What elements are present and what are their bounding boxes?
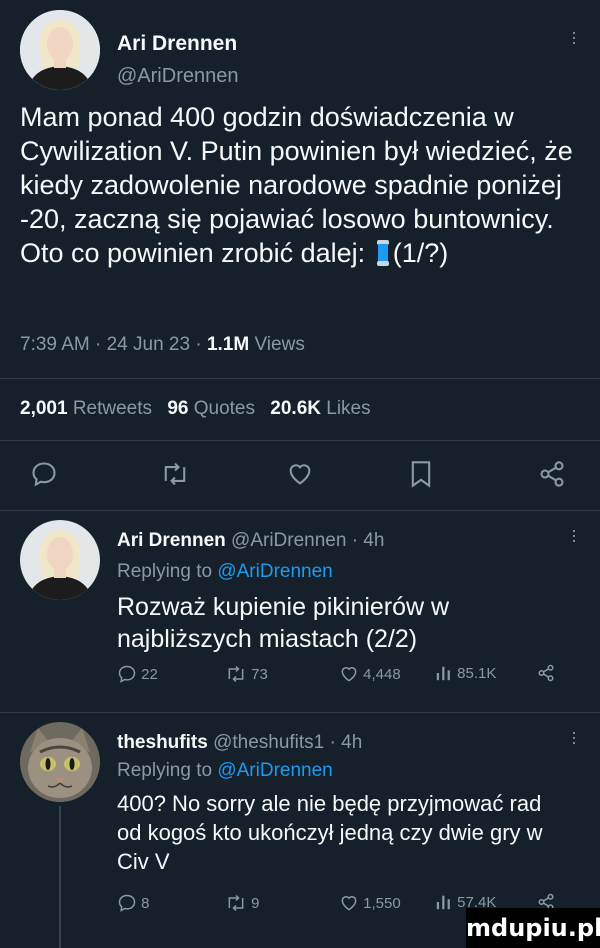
retweet-icon xyxy=(164,462,186,486)
divider xyxy=(0,510,600,511)
share-icon xyxy=(540,461,564,487)
engagement-stats: 2,001 Retweets 96 Quotes 20.6K Likes xyxy=(20,398,371,420)
retweets-label: Retweets xyxy=(67,398,153,419)
tweet-meta: 7:39 AM · 24 Jun 23 · 1.1M Views xyxy=(20,334,305,356)
reply-button[interactable]: 8 xyxy=(117,893,150,913)
views-label: Views xyxy=(249,334,305,355)
reply-button[interactable] xyxy=(30,460,58,488)
retweets-stat[interactable]: 2,001 Retweets xyxy=(20,398,152,419)
heart-icon xyxy=(289,464,311,485)
like-button[interactable]: 4,448 xyxy=(339,664,401,684)
replying-prefix: Replying to xyxy=(117,561,218,582)
quotes-label: Quotes xyxy=(188,398,255,419)
views-count: 1.1M xyxy=(206,334,250,355)
avatar-photo xyxy=(20,10,100,90)
reply-button[interactable]: 22 xyxy=(117,664,158,684)
retweet-icon xyxy=(228,665,244,683)
retweets-count: 2,001 xyxy=(20,398,68,419)
replying-to: Replying to @AriDrennen xyxy=(117,561,333,583)
replying-to-handle[interactable]: @AriDrennen xyxy=(217,760,332,781)
retweet-count: 73 xyxy=(251,665,268,683)
likes-count: 20.6K xyxy=(270,398,321,419)
reply-icon xyxy=(118,665,136,683)
likes-stat[interactable]: 20.6K Likes xyxy=(270,398,370,419)
author-handle[interactable]: @AriDrennen xyxy=(117,65,238,88)
retweet-icon xyxy=(228,894,244,912)
cat-avatar-photo xyxy=(20,722,100,802)
thread-marker: (1/?) xyxy=(392,238,449,268)
reply-text: Rozważ kupienie pikinierów w najbliższyc… xyxy=(117,593,450,653)
watermark: mdupiu.pl xyxy=(466,908,600,948)
retweet-button[interactable] xyxy=(160,460,190,488)
quotes-stat[interactable]: 96 Quotes xyxy=(167,398,255,419)
scroll-emoji-icon xyxy=(375,240,391,266)
reply-count: 8 xyxy=(141,894,150,912)
replying-prefix: Replying to xyxy=(117,760,218,781)
tweet-text: Mam ponad 400 godzin doświadczenia w Cyw… xyxy=(20,102,573,268)
heart-icon xyxy=(341,667,357,682)
retweet-button[interactable]: 9 xyxy=(225,893,260,913)
reply-count: 22 xyxy=(141,665,158,683)
share-button[interactable] xyxy=(538,460,566,488)
divider xyxy=(0,712,600,713)
share-button[interactable] xyxy=(537,664,555,682)
reply-header: Ari Drennen @AriDrennen · 4h xyxy=(117,530,384,552)
more-options-icon[interactable]: ··· xyxy=(564,528,585,543)
avatar[interactable] xyxy=(20,722,100,802)
author-handle[interactable]: @AriDrennen · 4h xyxy=(231,530,384,551)
like-count: 1,550 xyxy=(363,894,401,912)
bookmark-icon xyxy=(411,461,431,488)
thread-line xyxy=(59,806,61,948)
quotes-count: 96 xyxy=(167,398,189,419)
views-count: 85.1K xyxy=(457,664,497,682)
reply-header: theshufits @theshufits1 · 4h xyxy=(117,732,362,754)
avatar[interactable] xyxy=(20,10,100,90)
views-chart-icon xyxy=(436,666,450,681)
views-chart-icon xyxy=(436,895,450,910)
author-name[interactable]: Ari Drennen xyxy=(117,32,237,56)
watermark-text: mdupiu.pl xyxy=(466,914,600,942)
reply-text: 400? No sorry ale nie będę przyjmować ra… xyxy=(117,791,543,874)
more-options-icon[interactable]: ··· xyxy=(564,30,585,45)
more-options-icon[interactable]: ··· xyxy=(564,730,585,745)
heart-icon xyxy=(341,896,357,911)
avatar[interactable] xyxy=(20,520,100,600)
share-icon xyxy=(538,664,554,682)
retweet-button[interactable]: 73 xyxy=(225,664,268,684)
like-count: 4,448 xyxy=(363,665,401,683)
tweet-text-block: Mam ponad 400 godzin doświadczenia w Cyw… xyxy=(20,100,585,270)
replying-to-handle[interactable]: @AriDrennen xyxy=(217,561,332,582)
like-button[interactable]: 1,550 xyxy=(339,893,401,913)
author-handle[interactable]: @theshufits1 · 4h xyxy=(213,732,362,753)
timestamp[interactable]: 7:39 AM · 24 Jun 23 · xyxy=(20,334,207,355)
replying-to: Replying to @AriDrennen xyxy=(117,760,333,782)
likes-label: Likes xyxy=(320,398,371,419)
views-button[interactable]: 85.1K xyxy=(435,664,496,682)
avatar-photo xyxy=(20,520,100,600)
bookmark-button[interactable] xyxy=(408,460,434,488)
reply-icon xyxy=(118,894,136,912)
reply-icon xyxy=(32,462,56,487)
author-name[interactable]: theshufits xyxy=(117,732,208,753)
like-button[interactable] xyxy=(286,460,314,488)
author-name[interactable]: Ari Drennen xyxy=(117,530,226,551)
retweet-count: 9 xyxy=(251,894,260,912)
divider xyxy=(0,440,600,441)
divider xyxy=(0,378,600,379)
